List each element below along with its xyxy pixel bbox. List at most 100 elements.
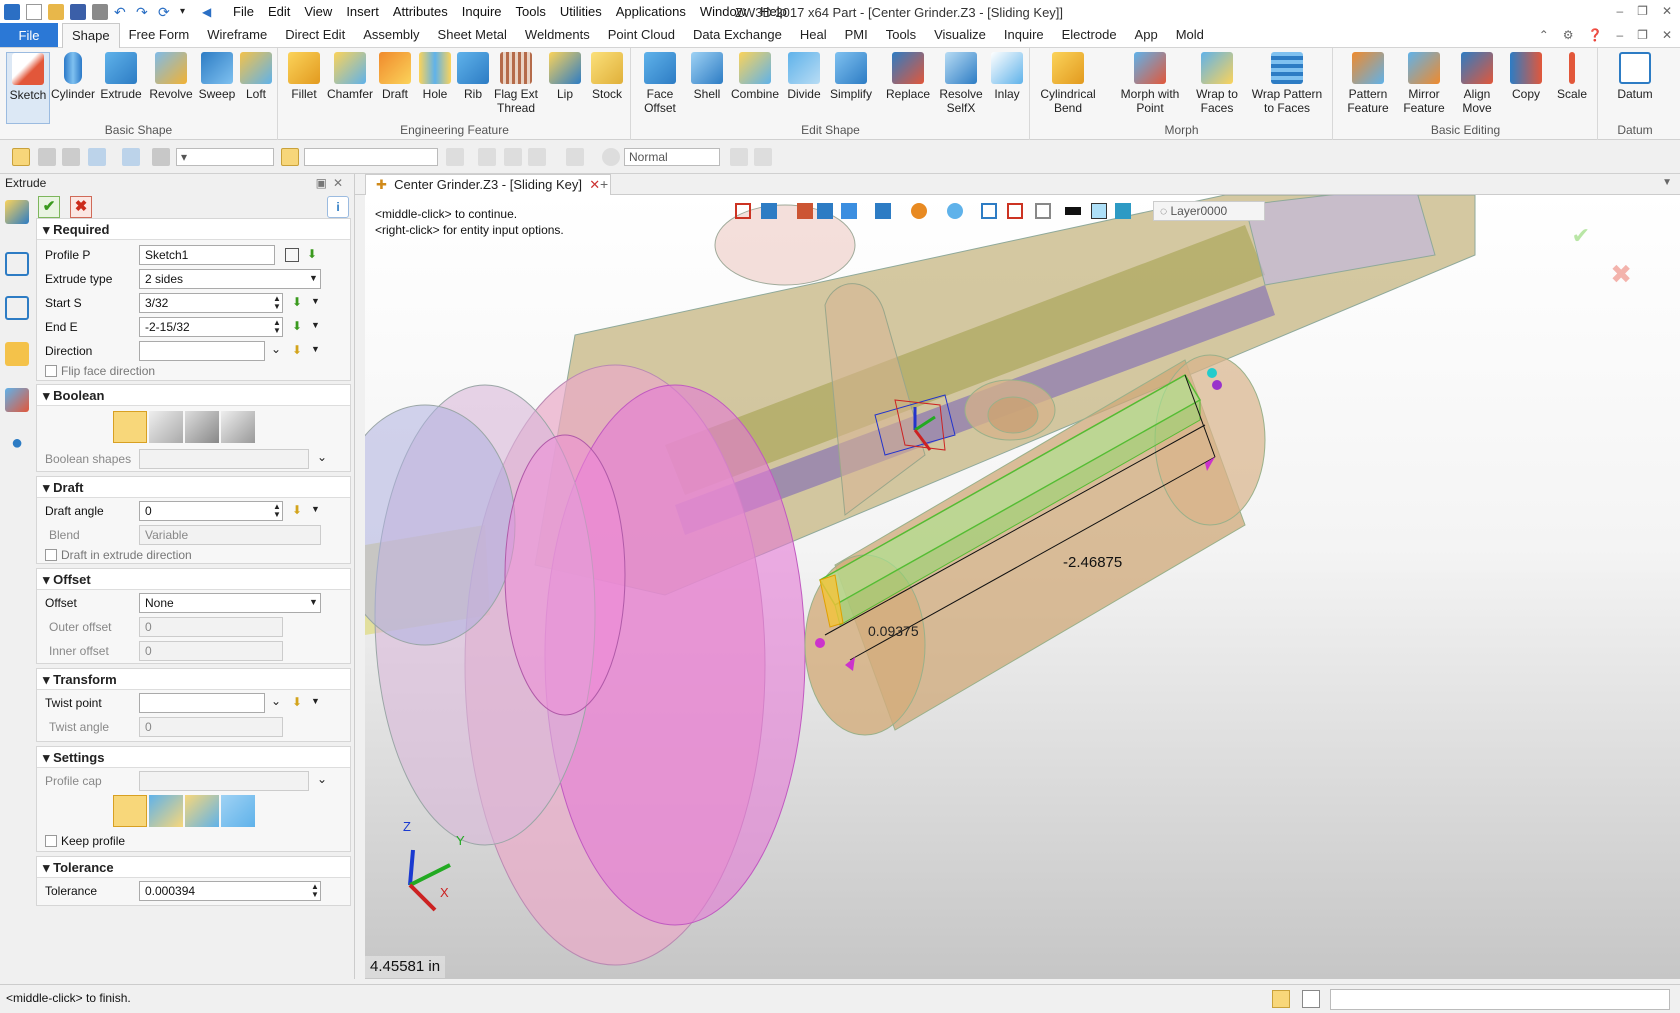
chevron-down-icon[interactable]: ▾ xyxy=(180,4,196,20)
boolean-add-icon[interactable] xyxy=(149,411,183,443)
cap-none-icon[interactable] xyxy=(221,795,255,827)
tab-heal[interactable]: Heal xyxy=(791,23,836,47)
boolean-base-icon[interactable] xyxy=(113,411,147,443)
tab-weldments[interactable]: Weldments xyxy=(516,23,599,47)
draft-button[interactable]: Draft xyxy=(375,52,415,101)
feature-tool-icon[interactable] xyxy=(5,200,29,224)
layer-combo[interactable]: ◌ Layer0000 xyxy=(1153,201,1265,221)
pattern-feature-button[interactable]: Pattern Feature xyxy=(1338,52,1398,115)
menu-utilities[interactable]: Utilities xyxy=(553,0,609,24)
pick-combo[interactable] xyxy=(304,148,438,166)
shell-button[interactable]: Shell xyxy=(686,52,728,101)
tab-sheet-metal[interactable]: Sheet Metal xyxy=(429,23,516,47)
render-gear-icon[interactable] xyxy=(602,148,620,166)
light-icon[interactable] xyxy=(947,203,963,219)
boolean-intersect-icon[interactable] xyxy=(221,411,255,443)
status-layout-icon[interactable] xyxy=(1272,990,1290,1008)
grid-icon[interactable] xyxy=(1035,203,1051,219)
align-move-button[interactable]: Align Move xyxy=(1452,52,1502,115)
display-gear-icon[interactable] xyxy=(754,148,772,166)
cylinder-button[interactable]: Cylinder xyxy=(50,52,96,101)
boolean-remove-icon[interactable] xyxy=(185,411,219,443)
app-logo-icon[interactable] xyxy=(4,4,20,20)
section-header-offset[interactable]: ▾ Offset xyxy=(37,569,350,590)
align-right-icon[interactable] xyxy=(504,148,522,166)
view-orient-icon[interactable] xyxy=(761,203,777,219)
filter-combo[interactable]: ▾ xyxy=(176,148,274,166)
ok-check-icon[interactable]: ✔ xyxy=(38,196,60,218)
command-input[interactable] xyxy=(1330,989,1670,1010)
tab-visualize[interactable]: Visualize xyxy=(925,23,995,47)
restore-doc-icon[interactable]: ❐ xyxy=(1637,28,1648,42)
face-offset-button[interactable]: Face Offset xyxy=(636,52,684,115)
print-icon[interactable] xyxy=(92,4,108,20)
flip-checkbox[interactable] xyxy=(45,365,57,377)
pin-icon[interactable]: ▣ xyxy=(316,176,333,190)
lasso-icon[interactable] xyxy=(122,148,140,166)
boolean-shapes-input[interactable] xyxy=(139,449,309,469)
extrude-type-select[interactable]: 2 sides xyxy=(139,269,321,289)
spinner-icon[interactable]: ▲ ▼ xyxy=(273,319,281,335)
replace-button[interactable]: Replace xyxy=(882,52,934,101)
fill-color-icon[interactable] xyxy=(1091,203,1107,219)
double-chevron-icon[interactable]: ⌄ xyxy=(271,694,281,708)
tab-app[interactable]: App xyxy=(1126,23,1167,47)
minimize-doc-icon[interactable]: – xyxy=(1616,28,1623,42)
twist-point-input[interactable] xyxy=(139,693,265,713)
section-header-settings[interactable]: ▾ Settings xyxy=(37,747,350,768)
start-menu-icon[interactable]: ▼ xyxy=(311,296,320,306)
menu-edit[interactable]: Edit xyxy=(261,0,297,24)
outer-offset-input[interactable]: 0 xyxy=(139,617,283,637)
section-header-boolean[interactable]: ▾ Boolean xyxy=(37,385,350,406)
3d-viewport[interactable]: <middle-click> to continue. <right-click… xyxy=(365,195,1680,979)
chamfer-button[interactable]: Chamfer xyxy=(325,52,375,101)
stock-button[interactable]: Stock xyxy=(585,52,629,101)
menu-view[interactable]: View xyxy=(297,0,339,24)
end-input[interactable]: -2-15/32 xyxy=(139,317,283,337)
sketch-button[interactable]: Sketch xyxy=(6,52,50,124)
pointer-icon[interactable] xyxy=(730,148,748,166)
menu-applications[interactable]: Applications xyxy=(609,0,693,24)
model-canvas[interactable] xyxy=(365,195,1680,979)
cap-end-icon[interactable] xyxy=(185,795,219,827)
fillet-button[interactable]: Fillet xyxy=(283,52,325,101)
collapse-ribbon-icon[interactable]: ⌃ xyxy=(1539,28,1549,42)
file-tab[interactable]: File xyxy=(0,23,58,47)
tab-assembly[interactable]: Assembly xyxy=(354,23,428,47)
list-icon[interactable] xyxy=(285,248,299,262)
section-header-tolerance[interactable]: ▾ Tolerance xyxy=(37,857,350,878)
loft-button[interactable]: Loft xyxy=(236,52,276,101)
direction-input[interactable] xyxy=(139,341,265,361)
new-file-icon[interactable] xyxy=(26,4,42,20)
start-input[interactable]: 3/32 xyxy=(139,293,283,313)
zoom-icon[interactable] xyxy=(981,203,997,219)
assembly-tree-icon[interactable] xyxy=(5,296,29,320)
tab-inquire[interactable]: Inquire xyxy=(995,23,1053,47)
end-menu-icon[interactable]: ▼ xyxy=(311,320,320,330)
viewport-ok-icon[interactable]: ✔ xyxy=(1572,223,1590,249)
simplify-button[interactable]: Simplify xyxy=(826,52,876,101)
save-icon[interactable] xyxy=(70,4,86,20)
tab-direct-edit[interactable]: Direct Edit xyxy=(276,23,354,47)
double-chevron-icon[interactable]: ⌄ xyxy=(317,450,327,464)
section-view-icon[interactable] xyxy=(875,203,891,219)
exit-icon[interactable] xyxy=(735,203,751,219)
flag-ext-thread-button[interactable]: Flag Ext Thread xyxy=(491,52,541,115)
copy-button[interactable]: Copy xyxy=(1504,52,1548,101)
add-icon[interactable] xyxy=(38,148,56,166)
menu-file[interactable]: File xyxy=(226,0,261,24)
profile-cap-input[interactable] xyxy=(139,771,309,791)
distribute-icon[interactable] xyxy=(528,148,546,166)
resolve-selfx-button[interactable]: Resolve SelfX xyxy=(936,52,986,115)
draft-pick-icon[interactable]: ⬇ xyxy=(292,503,302,517)
panel-close-icon[interactable]: ✕ xyxy=(333,176,349,190)
wrap-to-faces-button[interactable]: Wrap to Faces xyxy=(1191,52,1243,115)
mirror-feature-button[interactable]: Mirror Feature xyxy=(1396,52,1452,115)
double-chevron-icon[interactable]: ⌄ xyxy=(317,772,327,786)
align-center-icon[interactable] xyxy=(478,148,496,166)
inlay-button[interactable]: Inlay xyxy=(986,52,1028,101)
document-tab[interactable]: ✚ Center Grinder.Z3 - [Sliding Key] ✕ xyxy=(365,174,612,195)
divide-button[interactable]: Divide xyxy=(782,52,826,101)
status-list-icon[interactable] xyxy=(1302,990,1320,1008)
hole-button[interactable]: Hole xyxy=(415,52,455,101)
